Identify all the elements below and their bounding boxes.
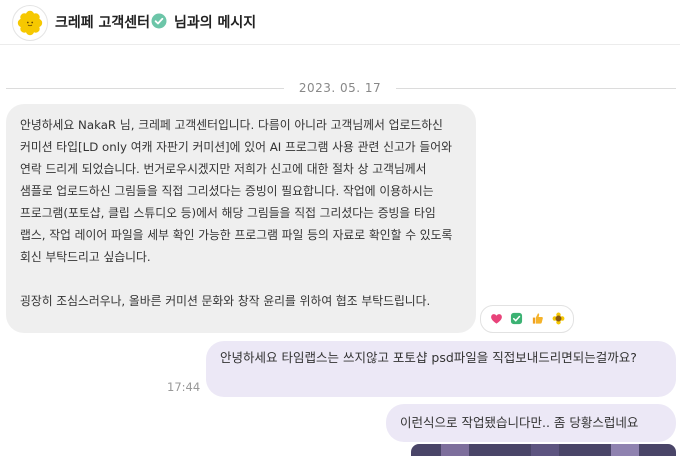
message-paragraph: 안녕하세요 NakaR 님, 크레페 고객센터입니다. 다름이 아니라 고객님께…	[20, 118, 453, 264]
message-timestamp: 17:44	[167, 380, 201, 394]
attached-image-thumbnail[interactable]	[411, 444, 676, 456]
reaction-bar	[480, 305, 574, 333]
message-text: 이런식으로 작업됐습니다만.. 좀 당황스럽네요	[400, 415, 639, 430]
chat-header: 크레페 고객센터 님과의 메시지	[0, 0, 680, 45]
message-paragraph: 굉장히 조심스러우나, 올바른 커미션 문화와 창작 윤리를 위하여 협조 부탁…	[20, 294, 431, 308]
sunflower-logo-icon	[17, 10, 43, 36]
check-icon[interactable]	[510, 312, 523, 325]
chat-title: 님과의 메시지	[174, 15, 257, 31]
divider	[6, 88, 284, 89]
incoming-message-bubble[interactable]: 안녕하세요 NakaR 님, 크레페 고객센터입니다. 다름이 아니라 고객님께…	[6, 104, 476, 333]
outgoing-message-bubble[interactable]: 안녕하세요 타임랩스는 쓰지않고 포토샵 psd파일을 직접보내드리면되는걸까요…	[206, 341, 676, 397]
date-label: 2023. 05. 17	[298, 81, 382, 95]
message-text: 안녕하세요 타임랩스는 쓰지않고 포토샵 psd파일을 직접보내드리면되는걸까요…	[220, 350, 637, 365]
sunflower-icon[interactable]	[552, 312, 565, 325]
divider	[396, 88, 676, 89]
verified-badge-icon	[151, 13, 167, 29]
brand-name[interactable]: 크레페 고객센터	[55, 12, 150, 32]
brand-avatar[interactable]	[12, 5, 48, 41]
heart-icon[interactable]	[490, 312, 503, 325]
date-separator: 2023. 05. 17	[0, 78, 680, 98]
outgoing-message-bubble[interactable]: 이런식으로 작업됐습니다만.. 좀 당황스럽네요	[386, 404, 676, 442]
thumbs-up-icon[interactable]	[531, 312, 544, 325]
